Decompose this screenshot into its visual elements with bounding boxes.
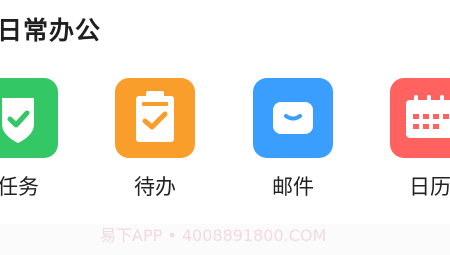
watermark-text: 易下APP • 4008891800.COM [100, 226, 327, 245]
mail-icon [273, 102, 313, 134]
app-label-mail: 邮件 [272, 175, 314, 199]
app-label-tasks: 任务 [0, 175, 39, 199]
mail-icon-tile [253, 78, 333, 158]
todo-icon-tile [115, 78, 195, 158]
app-item-mail[interactable]: 邮件 [253, 78, 333, 208]
shield-check-icon [2, 98, 34, 143]
app-item-calendar[interactable]: 日历 [390, 78, 450, 208]
app-item-todo[interactable]: 待办 [115, 78, 195, 208]
app-label-todo: 待办 [134, 175, 176, 199]
clipboard-check-icon [136, 91, 174, 142]
tasks-icon-tile [0, 78, 58, 158]
app-item-tasks[interactable]: 任务 [0, 78, 58, 208]
calendar-icon-tile [390, 78, 450, 158]
office-screen: 日常办公 任务 待办 邮件 日历 易下APP • 4008891800.COM [0, 0, 450, 255]
app-grid: 任务 待办 邮件 日历 [0, 0, 450, 220]
calendar-icon [406, 95, 450, 138]
app-label-calendar: 日历 [409, 175, 450, 199]
